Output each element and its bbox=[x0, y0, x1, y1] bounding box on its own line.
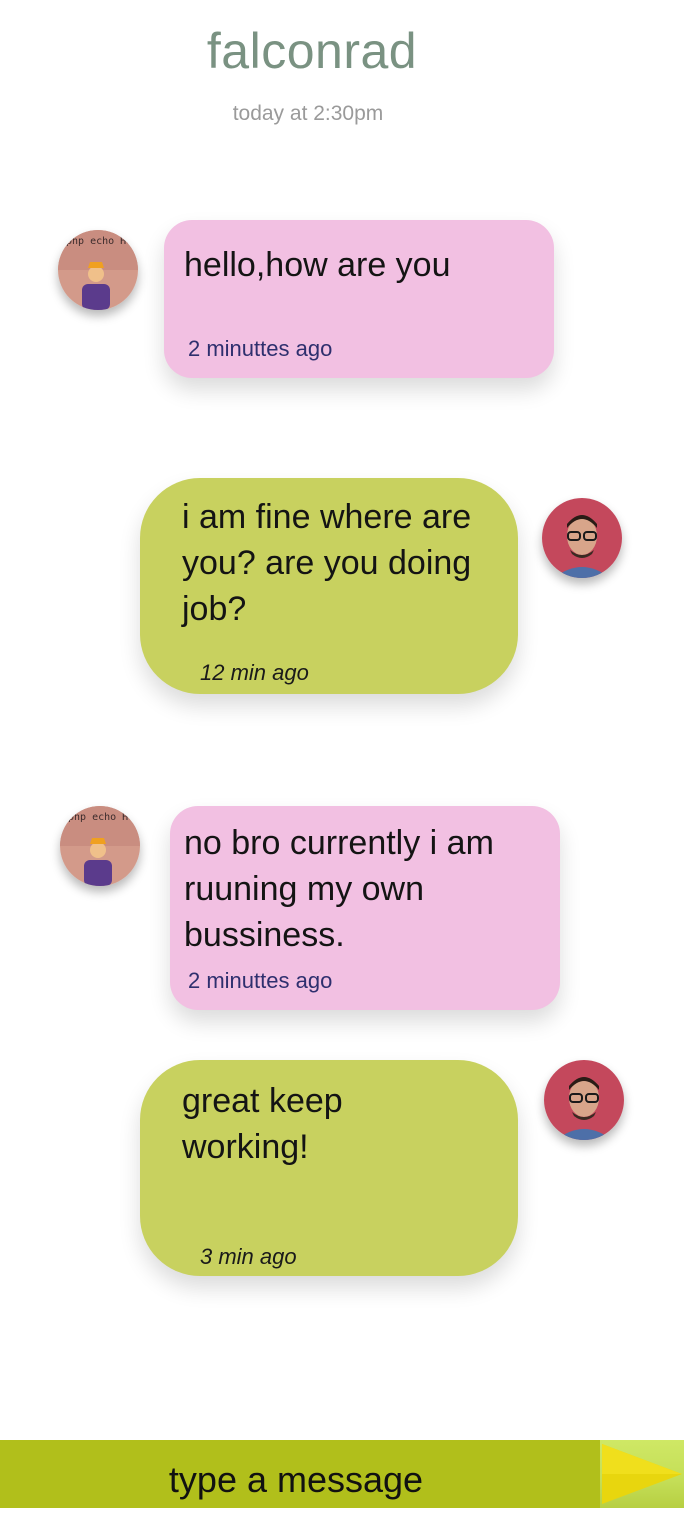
message-bubble-incoming[interactable]: hello,how are you 2 minuttes ago bbox=[164, 220, 554, 378]
message-time: 12 min ago bbox=[200, 660, 309, 685]
message-bubble-outgoing[interactable]: i am fine where are you? are you doing j… bbox=[140, 478, 518, 694]
user-avatar[interactable] bbox=[544, 1060, 624, 1140]
message-time: 2 minuttes ago bbox=[188, 968, 333, 993]
message-text: great keep working! bbox=[182, 1082, 343, 1166]
contact-avatar[interactable]: php echo Hello World! bbox=[60, 806, 140, 886]
avatar-code-text: php echo Hello World! bbox=[66, 236, 138, 247]
send-button[interactable] bbox=[600, 1440, 684, 1508]
contact-avatar[interactable]: php echo Hello World! bbox=[58, 230, 138, 310]
message-bubble-incoming[interactable]: no bro currently i am ruuning my own bus… bbox=[170, 806, 560, 1010]
message-time: 3 min ago bbox=[200, 1244, 297, 1269]
message-time: 2 minuttes ago bbox=[188, 336, 333, 361]
send-arrow-icon bbox=[602, 1444, 682, 1504]
message-composer: type a message bbox=[0, 1440, 684, 1508]
avatar-code-text: php echo Hello World! bbox=[68, 812, 140, 823]
message-text: i am fine where are you? are you doing j… bbox=[182, 498, 472, 628]
chat-title: falconrad bbox=[206, 23, 418, 79]
chat-timestamp: today at 2:30pm bbox=[232, 102, 384, 125]
message-text: no bro currently i am ruuning my own bus… bbox=[184, 824, 494, 954]
user-avatar[interactable] bbox=[542, 498, 622, 578]
message-text: hello,how are you bbox=[184, 246, 451, 284]
message-bubble-outgoing[interactable]: great keep working! 3 min ago bbox=[140, 1060, 518, 1276]
message-input[interactable]: type a message bbox=[0, 1440, 592, 1508]
